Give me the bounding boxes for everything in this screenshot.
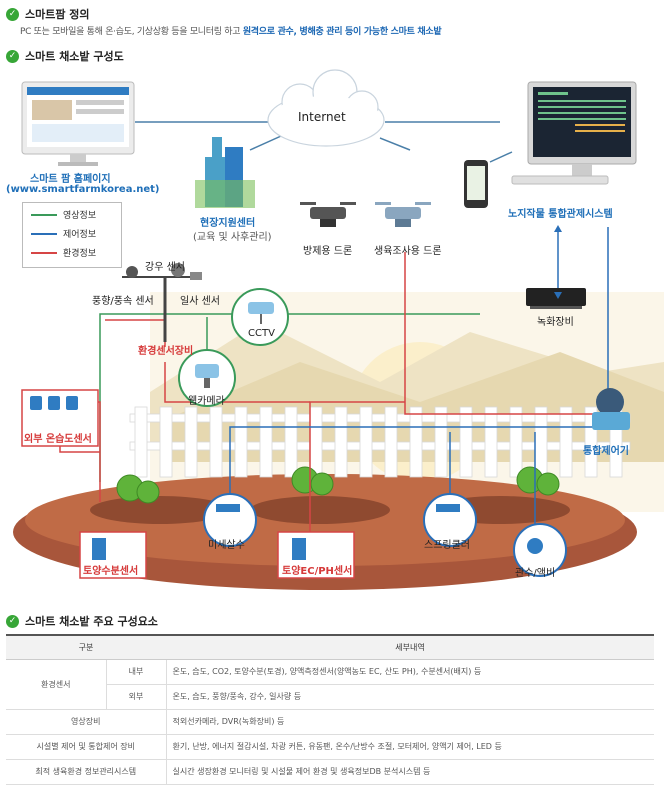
outdoor-sensor-label: 외부 온습도센서	[24, 434, 92, 445]
check-icon: ✓	[6, 49, 19, 63]
table-header-category: 구분	[6, 634, 166, 660]
table-row: 최적 생육환경 정보관리시스템 실시간 생장환경 모니터링 및 시설물 제어 환…	[6, 759, 654, 785]
legend-label: 환경정보	[63, 249, 97, 259]
table-cell-detail: 온도, 습도, 풍향/풍속, 강수, 일사량 등	[165, 684, 654, 710]
legend-label: 영상정보	[63, 211, 97, 221]
table-cell-category: 시설별 제어 및 통합제어 장비	[6, 734, 166, 760]
soil-moisture-label: 토양수분센서	[83, 566, 139, 577]
table-cell-detail: 적외선카메라, DVR(녹화장비) 등	[165, 709, 654, 735]
rain-sensor-label: 강우 센서	[145, 262, 185, 273]
section-components-heading: ✓ 스마트 채소밭 주요 구성요소	[6, 613, 158, 629]
legend-label: 제어정보	[63, 230, 97, 240]
legend-line-red	[31, 251, 57, 254]
table-cell-category: 최적 생육환경 정보관리시스템	[6, 759, 166, 785]
definition-text: PC 또는 모바일을 통해 온·습도, 기상상황 등을 모니터링 하고 원격으로…	[20, 27, 442, 37]
support-center-subtitle: (교육 및 사후관리)	[193, 232, 272, 243]
table-header-row: 구분 세부내역	[6, 634, 654, 660]
homepage-title: 스마트 팜 홈페이지	[30, 174, 111, 185]
wind-sensor-label: 풍향/풍속 센서	[92, 296, 154, 307]
diagram-graphics	[13, 69, 664, 590]
legend-line-blue	[31, 232, 57, 235]
check-icon: ✓	[6, 7, 19, 21]
recorder-label: 녹화장비	[537, 317, 574, 328]
legend-item-control: 제어정보	[31, 227, 113, 240]
soil-ec-label: 토양EC/PH센서	[282, 566, 353, 577]
env-equipment-label: 환경센서장비	[138, 346, 194, 357]
legend-line-green	[31, 213, 57, 216]
table-header-detail: 세부내역	[166, 634, 654, 660]
cctv-label: CCTV	[248, 328, 275, 339]
table-cell-category: 영상장비	[6, 709, 166, 735]
internet-label: Internet	[298, 110, 346, 124]
components-table: 구분 세부내역 환경센서 내부 온도, 습도, CO2, 토양수분(토경), 양…	[6, 634, 654, 785]
webcam-label: 웹카메라	[188, 396, 225, 407]
table-row: 환경센서 내부 온도, 습도, CO2, 토양수분(토경), 양액측정센서(양액…	[6, 659, 654, 710]
homepage-url[interactable]: (www.smartfarmkorea.net)	[6, 184, 160, 195]
solar-sensor-label: 일사 센서	[180, 296, 220, 307]
drone-spray-label: 방제용 드론	[303, 246, 353, 257]
drone-survey-label: 생육조사용 드론	[374, 246, 442, 257]
legend-item-video: 영상정보	[31, 208, 113, 221]
sprinkler-label: 스프링쿨러	[424, 540, 470, 551]
table-cell-detail: 온도, 습도, CO2, 토양수분(토경), 양액측정센서(양액농도 EC, 산…	[165, 659, 654, 685]
system-diagram: Internet 스마트 팜 홈페이지 (www.smartfarmkorea.…	[0, 62, 664, 602]
table-cell-subcategory: 외부	[105, 684, 166, 710]
legend-item-environment: 환경정보	[31, 246, 113, 259]
table-cell-detail: 실시간 생장환경 모니터링 및 시설물 제어 환경 및 생육정보DB 분석시스템…	[165, 759, 654, 785]
mist-spray-label: 미세살수	[208, 540, 245, 551]
control-system-title: 노지작물 통합관제시스템	[508, 209, 613, 220]
support-center-title: 현장지원센터	[200, 218, 256, 229]
table-cell-subcategory: 내부	[105, 659, 166, 685]
fertigation-label: 관수/액비	[515, 568, 556, 579]
table-cell-detail: 환기, 난방, 에너지 절감시설, 차광 커튼, 유동팬, 온수/난방수 조절,…	[165, 734, 654, 760]
check-icon: ✓	[6, 614, 19, 628]
section-components-title: 스마트 채소밭 주요 구성요소	[25, 615, 158, 628]
section-definition-heading: ✓ 스마트팜 정의	[6, 6, 90, 22]
section-definition-title: 스마트팜 정의	[25, 8, 90, 21]
table-cell-category: 환경센서	[6, 659, 106, 710]
diagram-legend: 영상정보 제어정보 환경정보	[22, 202, 122, 268]
table-row: 영상장비 적외선카메라, DVR(녹화장비) 등	[6, 709, 654, 735]
integrated-controller-label: 통합제어기	[583, 446, 629, 457]
table-row: 시설별 제어 및 통합제어 장비 환기, 난방, 에너지 절감시설, 차광 커튼…	[6, 734, 654, 760]
